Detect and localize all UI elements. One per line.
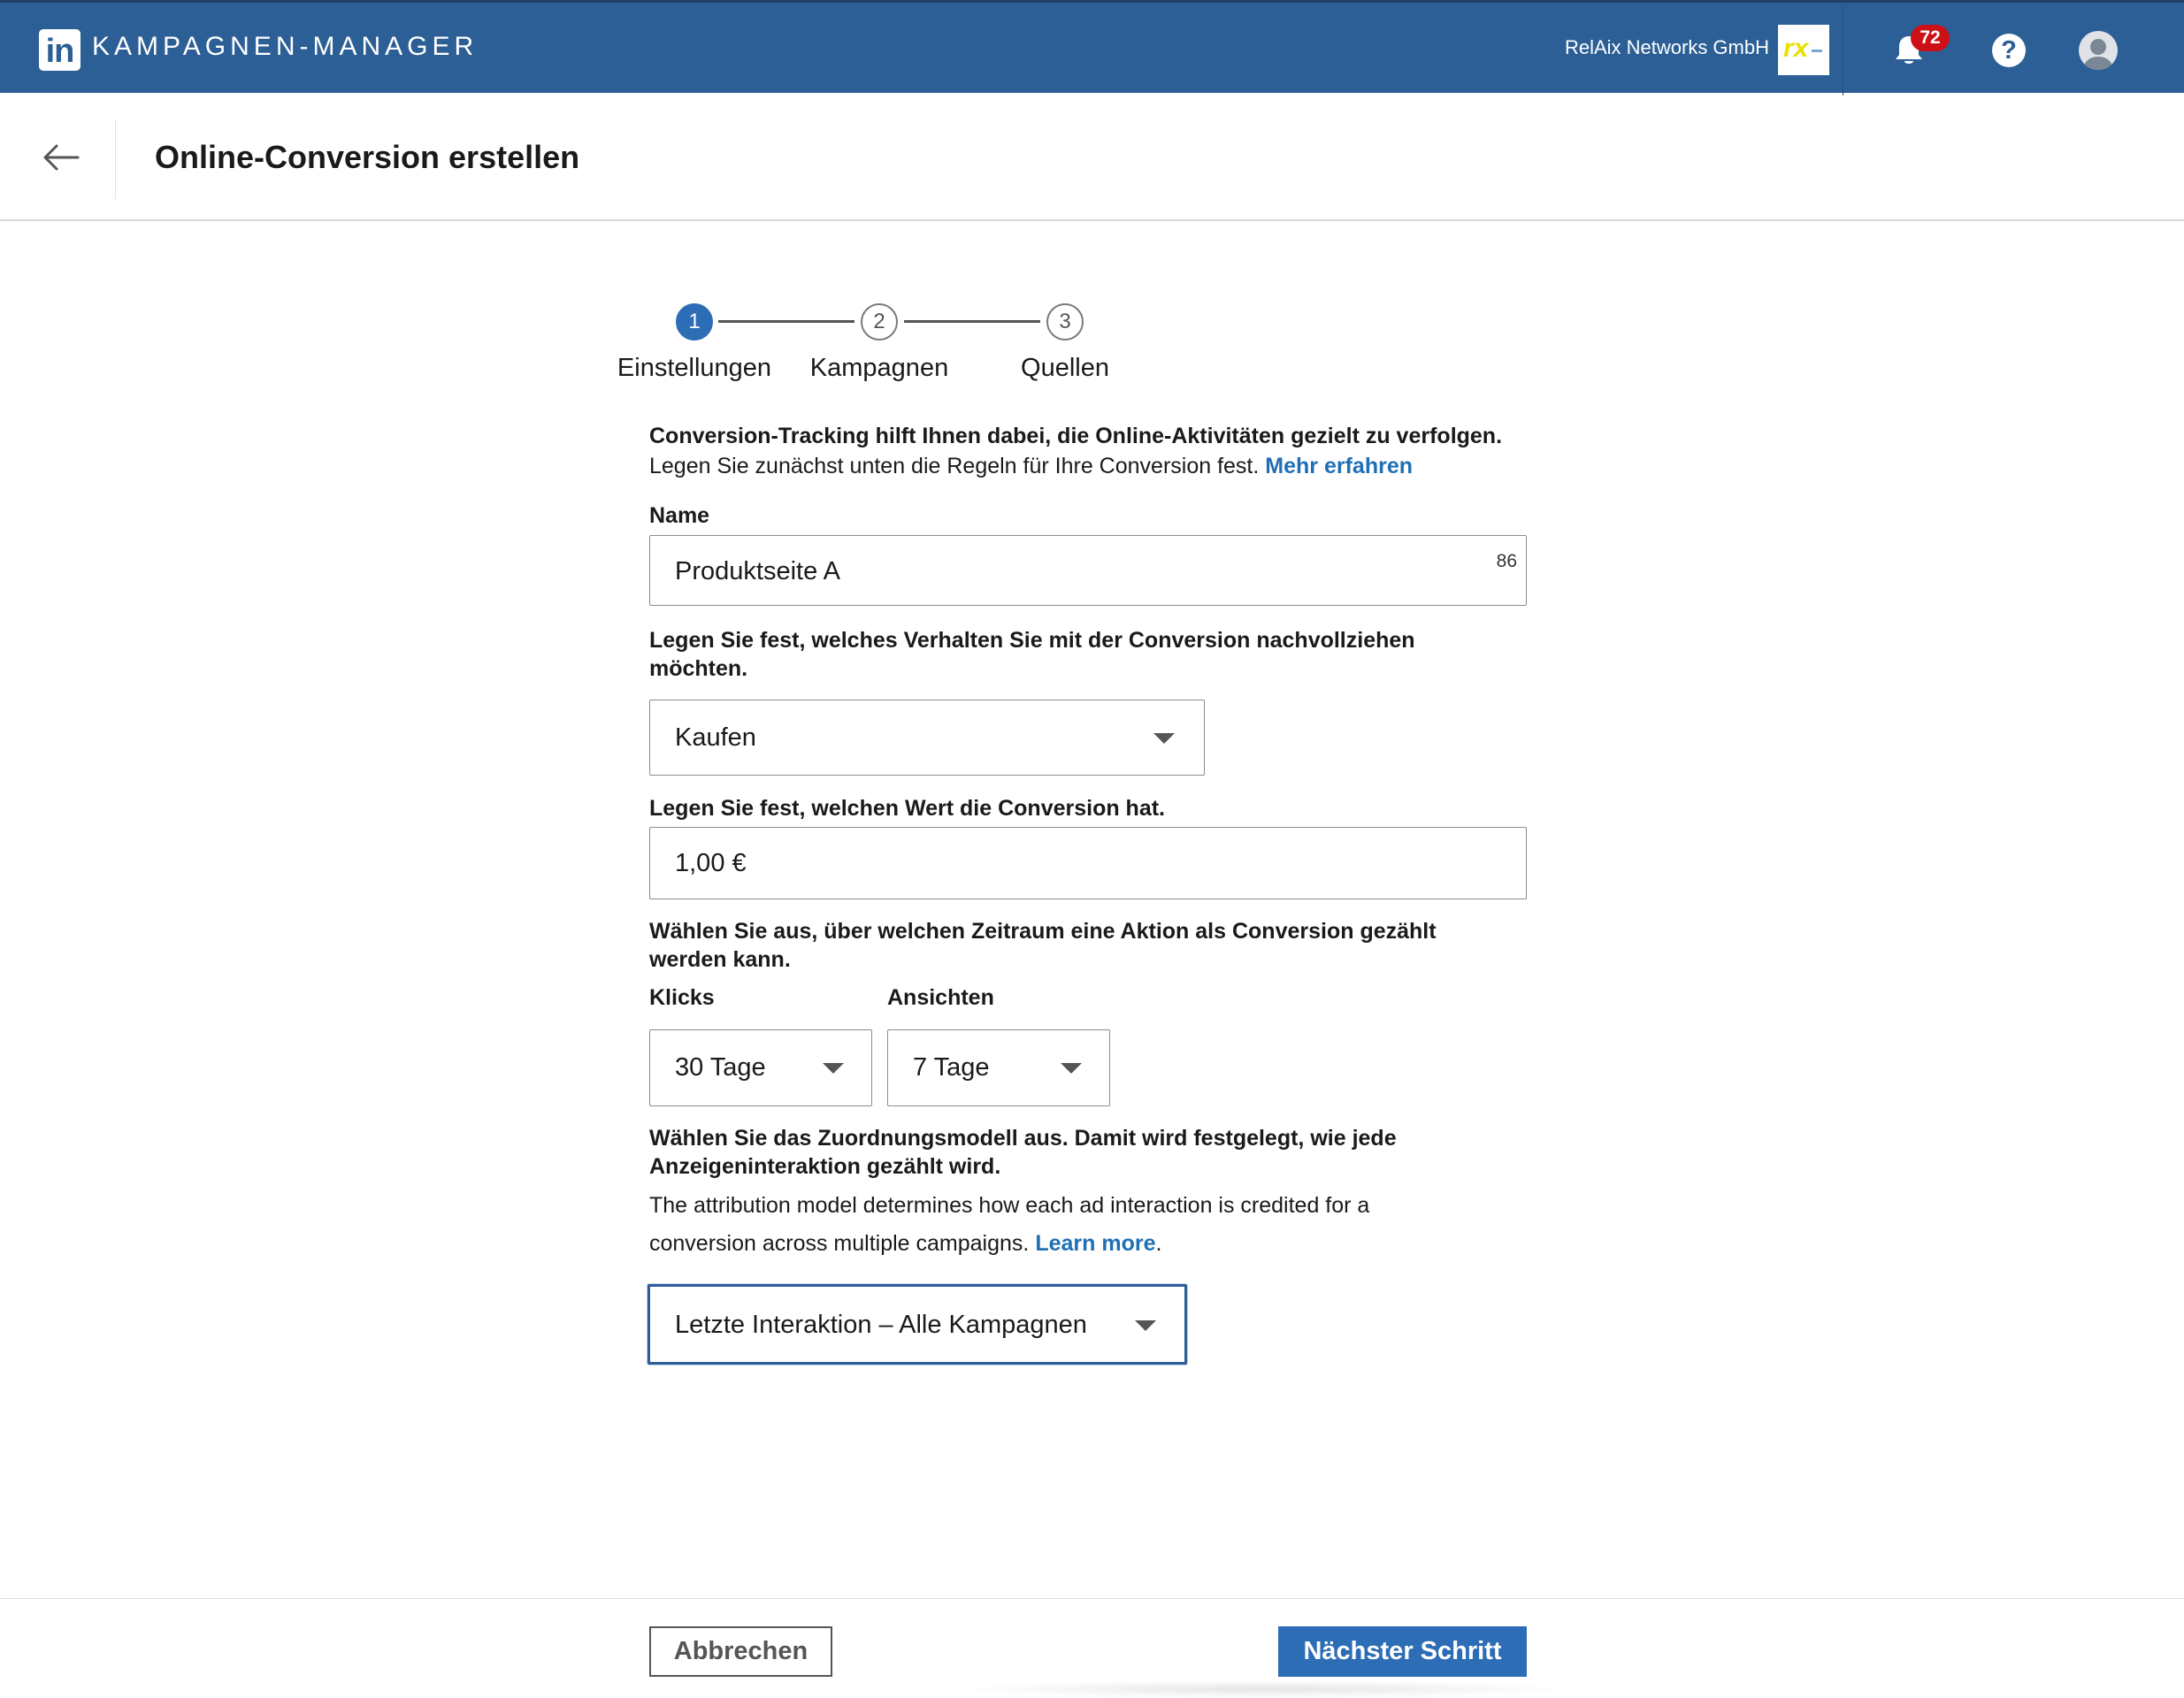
clicks-window-value: 30 Tage	[675, 1053, 766, 1082]
page-title: Online-Conversion erstellen	[155, 139, 580, 175]
value-label: Legen Sie fest, welchen Wert die Convers…	[649, 796, 1166, 821]
header-divider	[115, 119, 116, 199]
intro-heading: Conversion-Tracking hilft Ihnen dabei, d…	[649, 424, 1503, 448]
caret-down-icon	[1061, 1063, 1082, 1074]
clicks-label: Klicks	[649, 985, 715, 1010]
app-title[interactable]: KAMPAGNEN-MANAGER	[92, 32, 478, 62]
caret-down-icon	[1153, 733, 1175, 744]
behavior-label: Legen Sie fest, welches Verhalten Sie mi…	[649, 628, 1415, 681]
attribution-model-select[interactable]: Letzte Interaktion – Alle Kampagnen	[648, 1284, 1187, 1365]
step-1-indicator: 1	[676, 303, 713, 340]
notification-count-badge[interactable]: 72	[1911, 25, 1950, 51]
step-1-label: Einstellungen	[617, 354, 772, 382]
avatar-head	[2090, 39, 2106, 55]
behavior-select[interactable]: Kaufen	[649, 700, 1205, 776]
window-label: Wählen Sie aus, über welchen Zeitraum ei…	[649, 919, 1437, 972]
views-label: Ansichten	[887, 985, 994, 1010]
views-window-select[interactable]: 7 Tage	[887, 1029, 1110, 1106]
conversion-value-field[interactable]: 1,00 €	[649, 827, 1527, 899]
page-header: Online-Conversion erstellen	[0, 93, 2184, 221]
learn-more-link[interactable]: Mehr erfahren	[1265, 454, 1413, 478]
arrow-left-icon[interactable]	[39, 137, 83, 178]
step-3-indicator: 3	[1046, 303, 1084, 340]
footer-divider	[0, 1598, 2184, 1599]
company-logo[interactable]: rx	[1778, 25, 1829, 75]
intro-line: Legen Sie zunächst unten die Regeln für …	[649, 454, 1260, 478]
company-name[interactable]: RelAix Networks GmbH	[1504, 36, 1769, 59]
footer-shadow	[955, 1680, 1575, 1698]
clicks-window-select[interactable]: 30 Tage	[649, 1029, 872, 1106]
company-logo-mark	[1812, 50, 1822, 52]
intro-text: Legen Sie zunächst unten die Regeln für …	[649, 454, 1534, 479]
cancel-button[interactable]: Abbrechen	[649, 1626, 832, 1677]
company-logo-text: rx	[1783, 34, 1809, 63]
next-step-button[interactable]: Nächster Schritt	[1278, 1626, 1527, 1677]
attribution-model-value: Letzte Interaktion – Alle Kampagnen	[675, 1311, 1087, 1339]
step-connector	[718, 320, 854, 323]
attribution-help-text: The attribution model determines how eac…	[649, 1187, 1445, 1263]
name-field[interactable]: Produktseite A 86	[649, 535, 1527, 606]
step-3-label: Quellen	[1021, 354, 1109, 382]
views-window-value: 7 Tage	[913, 1053, 990, 1082]
caret-down-icon	[823, 1063, 844, 1074]
top-navigation-bar: in KAMPAGNEN-MANAGER RelAix Networks Gmb…	[0, 0, 2184, 96]
attribution-period: .	[1155, 1231, 1162, 1256]
logo-text: in	[45, 33, 75, 70]
help-icon[interactable]: ?	[1992, 34, 2026, 67]
step-2-indicator: 2	[861, 303, 898, 340]
attribution-learn-more-link[interactable]: Learn more	[1035, 1231, 1155, 1256]
avatar-body	[2084, 57, 2112, 70]
caret-down-icon	[1135, 1320, 1156, 1331]
avatar-icon[interactable]	[2079, 31, 2118, 70]
name-label: Name	[649, 503, 710, 528]
character-counter: 86	[1496, 551, 1517, 571]
step-connector	[904, 320, 1040, 323]
linkedin-logo-icon[interactable]: in	[39, 29, 80, 71]
behavior-value: Kaufen	[675, 723, 756, 752]
attribution-label: Wählen Sie das Zuordnungsmodell aus. Dam…	[649, 1126, 1397, 1179]
attribution-help: The attribution model determines how eac…	[649, 1193, 1370, 1256]
conversion-value: 1,00 €	[675, 849, 747, 877]
step-2-label: Kampagnen	[809, 354, 949, 382]
name-value: Produktseite A	[675, 557, 840, 585]
